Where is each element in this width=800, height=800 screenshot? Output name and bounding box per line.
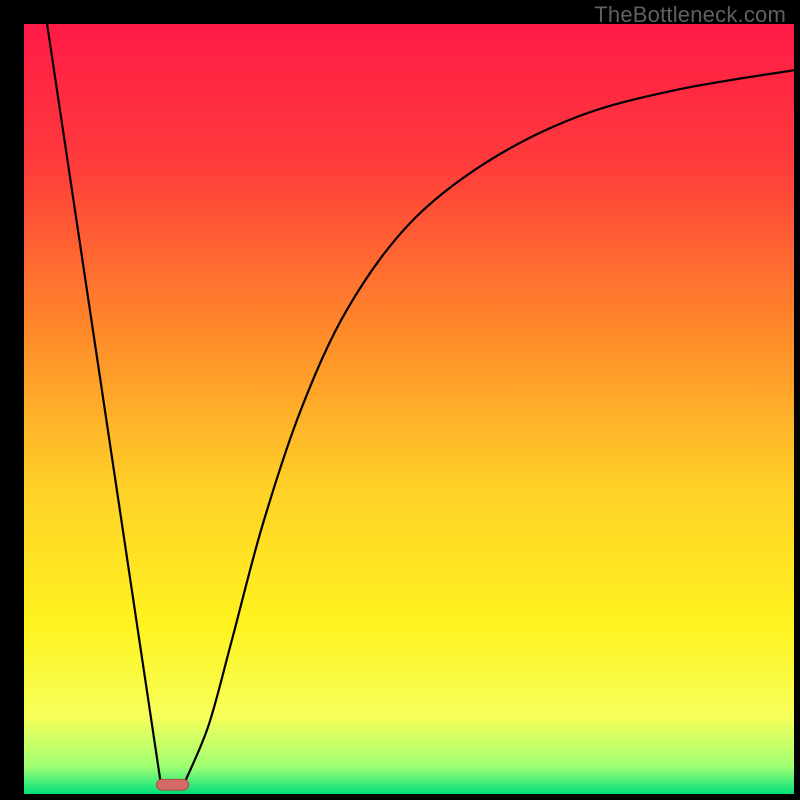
bottleneck-marker	[156, 779, 188, 790]
gradient-background	[24, 24, 794, 794]
chart-svg	[24, 24, 794, 794]
chart-frame: TheBottleneck.com	[0, 0, 800, 800]
watermark-label: TheBottleneck.com	[594, 2, 786, 28]
plot-area	[24, 24, 794, 794]
